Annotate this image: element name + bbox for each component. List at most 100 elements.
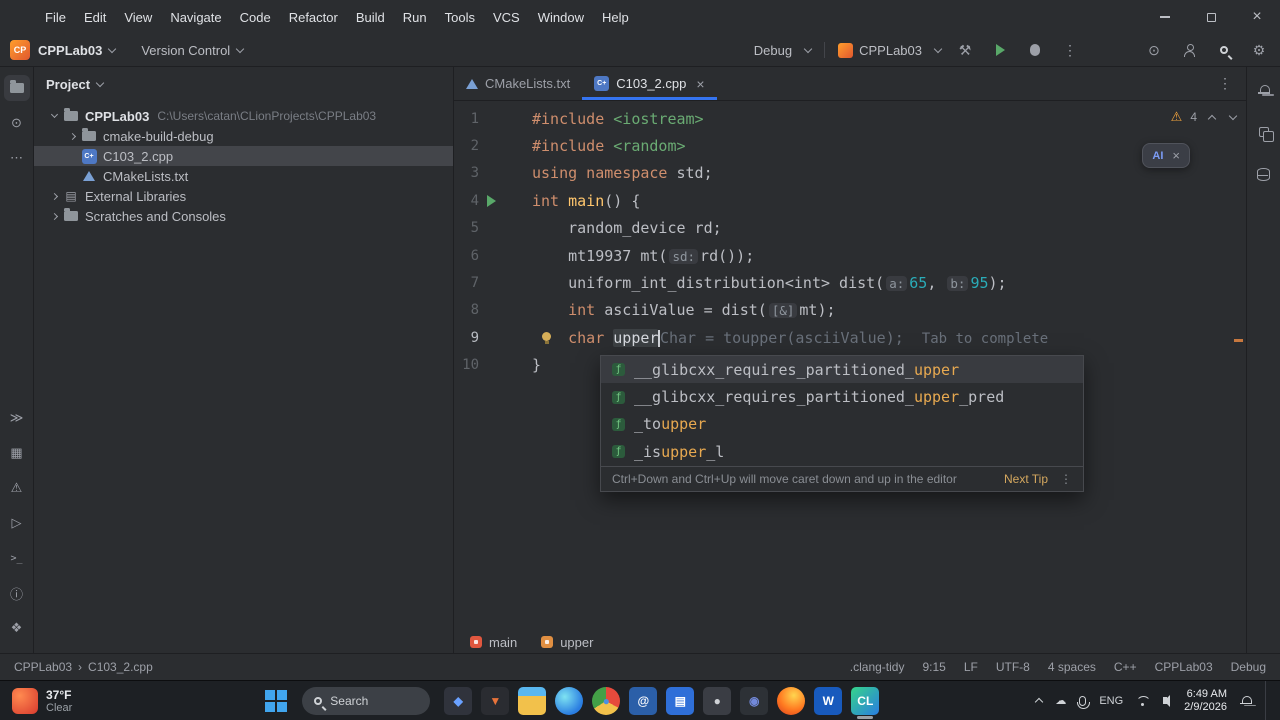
- clion-icon[interactable]: CL: [851, 686, 880, 719]
- run-gutter-icon[interactable]: [487, 195, 496, 208]
- chevron-down-icon[interactable]: [1228, 111, 1238, 120]
- clock-widget[interactable]: 6:49 AM 2/9/2026: [1184, 688, 1227, 714]
- search-everywhere-icon[interactable]: [1213, 39, 1235, 61]
- close-icon[interactable]: ×: [1172, 148, 1180, 163]
- completion-item[interactable]: ƒ __glibcxx_requires_partitioned_upper: [601, 356, 1083, 384]
- close-window-button[interactable]: ×: [1234, 0, 1280, 34]
- tab-cmakelists-txt[interactable]: CMakeLists.txt: [454, 67, 582, 100]
- breadcrumb-main[interactable]: main: [470, 635, 517, 650]
- line-number[interactable]: 1: [454, 111, 524, 127]
- menu-view[interactable]: View: [115, 6, 161, 29]
- menu-window[interactable]: Window: [529, 6, 593, 29]
- project-tool-icon[interactable]: [3, 75, 30, 101]
- completion-item[interactable]: ƒ __glibcxx_requires_partitioned_upper_pr…: [601, 383, 1083, 410]
- run-target-selector[interactable]: CPPLab03: [838, 42, 943, 58]
- completion-item[interactable]: ƒ _toupper: [601, 411, 1083, 438]
- status-lf[interactable]: LF: [964, 660, 978, 674]
- settings-gear-icon[interactable]: ⚙: [1248, 39, 1270, 61]
- chevron-right-icon[interactable]: [46, 192, 62, 200]
- scrollbar-warning-mark[interactable]: [1234, 339, 1243, 342]
- project-panel-header[interactable]: Project: [34, 67, 453, 101]
- show-desktop-strip[interactable]: [1265, 680, 1270, 720]
- line-number[interactable]: 10: [454, 357, 524, 373]
- mail-app-icon[interactable]: @: [629, 686, 658, 715]
- bookmarks-tool-icon[interactable]: ❖: [4, 615, 30, 641]
- code-line-5[interactable]: 5 random_device rd;: [454, 215, 1246, 242]
- chevron-right-icon[interactable]: [64, 132, 80, 140]
- line-number[interactable]: 2: [454, 138, 524, 154]
- menu-run[interactable]: Run: [394, 6, 436, 29]
- more-actions-icon[interactable]: ⋮: [1059, 39, 1081, 61]
- menu-navigate[interactable]: Navigate: [161, 6, 230, 29]
- completion-item[interactable]: ƒ _isupper_l: [601, 438, 1083, 465]
- inspections-widget[interactable]: ⚠ 4: [1171, 109, 1238, 125]
- next-tip-link[interactable]: Next Tip: [1004, 472, 1048, 486]
- menu-refactor[interactable]: Refactor: [280, 6, 347, 29]
- menu-help[interactable]: Help: [593, 6, 638, 29]
- code-line-4[interactable]: 4 int main() {: [454, 187, 1246, 214]
- project-widget[interactable]: CPPLab03: [38, 43, 117, 58]
- info-tool-icon[interactable]: ⓘ: [4, 580, 30, 606]
- more-tools-icon[interactable]: ⋯: [4, 145, 30, 171]
- store-icon[interactable]: ▤: [666, 686, 695, 715]
- edge-icon[interactable]: [555, 686, 584, 715]
- commit-icon[interactable]: ⊙: [1143, 39, 1165, 61]
- notifications-icon[interactable]: [1251, 77, 1277, 103]
- wifi-icon[interactable]: [1136, 696, 1152, 706]
- photos-app-icon[interactable]: ◆: [444, 686, 473, 715]
- pizza-app-icon[interactable]: ▼: [481, 686, 510, 715]
- chevron-down-icon[interactable]: [46, 110, 62, 119]
- tree-item-scratches-and-consoles[interactable]: Scratches and Consoles: [34, 206, 453, 226]
- code-line-6[interactable]: 6 mt19937 mt(sd: rd());: [454, 242, 1246, 269]
- tabs-more-icon[interactable]: ⋮: [1204, 75, 1246, 92]
- status-path-file[interactable]: C103_2.cpp: [88, 660, 153, 674]
- chevron-right-icon[interactable]: [46, 212, 62, 220]
- ai-assistant-popup[interactable]: AI ×: [1142, 143, 1190, 168]
- tray-chevron-up-icon[interactable]: [1035, 697, 1044, 707]
- line-number[interactable]: 8: [454, 302, 524, 318]
- onedrive-icon[interactable]: ☁: [1055, 694, 1066, 707]
- weather-widget[interactable]: 37°F Clear: [0, 687, 84, 714]
- double-chevron-icon[interactable]: ≫: [4, 405, 30, 431]
- code-line-2[interactable]: 2 #include <random>: [454, 132, 1246, 159]
- menu-code[interactable]: Code: [231, 6, 280, 29]
- run-button[interactable]: [989, 39, 1011, 61]
- database-tool-icon[interactable]: [1251, 161, 1277, 187]
- run-config-selector[interactable]: Debug: [754, 43, 813, 58]
- chrome-icon[interactable]: ●: [592, 686, 621, 715]
- volume-icon[interactable]: [1163, 694, 1171, 707]
- line-number[interactable]: 7: [454, 275, 524, 291]
- file-explorer-icon[interactable]: [518, 686, 547, 715]
- code-line-3[interactable]: 3 using namespace std;: [454, 160, 1246, 187]
- word-icon[interactable]: W: [814, 686, 843, 715]
- debug-button[interactable]: [1024, 39, 1046, 61]
- menu-edit[interactable]: Edit: [75, 6, 115, 29]
- terminal-tool-icon[interactable]: >_: [4, 545, 30, 571]
- tab-c103-2-cpp[interactable]: C+ C103_2.cpp ×: [582, 67, 717, 100]
- tree-item-c103-2-cpp[interactable]: C+ C103_2.cpp: [34, 146, 453, 166]
- build-variants-icon[interactable]: [1251, 119, 1277, 145]
- menu-vcs[interactable]: VCS: [484, 6, 529, 29]
- status-clang-tidy[interactable]: .clang-tidy: [850, 660, 905, 674]
- status-utf-8[interactable]: UTF-8: [996, 660, 1030, 674]
- status-path-project[interactable]: CPPLab03: [14, 660, 72, 674]
- completion-more-icon[interactable]: ⋮: [1060, 472, 1072, 486]
- start-button[interactable]: [262, 687, 290, 715]
- microphone-icon[interactable]: [1076, 695, 1090, 709]
- status-breadcrumb[interactable]: CPPLab03 › C103_2.cpp: [14, 660, 153, 674]
- problems-tool-icon[interactable]: ⚠: [4, 475, 30, 501]
- close-tab-icon[interactable]: ×: [696, 76, 704, 92]
- menu-file[interactable]: File: [36, 6, 75, 29]
- status-9-15[interactable]: 9:15: [922, 660, 945, 674]
- build-hammer-icon[interactable]: ⚒: [954, 39, 976, 61]
- profile-icon[interactable]: [1178, 39, 1200, 61]
- services-tool-icon[interactable]: ▦: [4, 440, 30, 466]
- line-number[interactable]: 6: [454, 248, 524, 264]
- code-line-8[interactable]: 8 int asciiValue = dist([&] mt);: [454, 297, 1246, 324]
- firefox-icon[interactable]: [777, 686, 806, 715]
- status-4-spaces[interactable]: 4 spaces: [1048, 660, 1096, 674]
- commit-tool-icon[interactable]: ⊙: [4, 110, 30, 136]
- status-cpplab03[interactable]: CPPLab03: [1155, 660, 1213, 674]
- status-c[interactable]: C++: [1114, 660, 1137, 674]
- discord-app-icon[interactable]: ◉: [740, 686, 769, 715]
